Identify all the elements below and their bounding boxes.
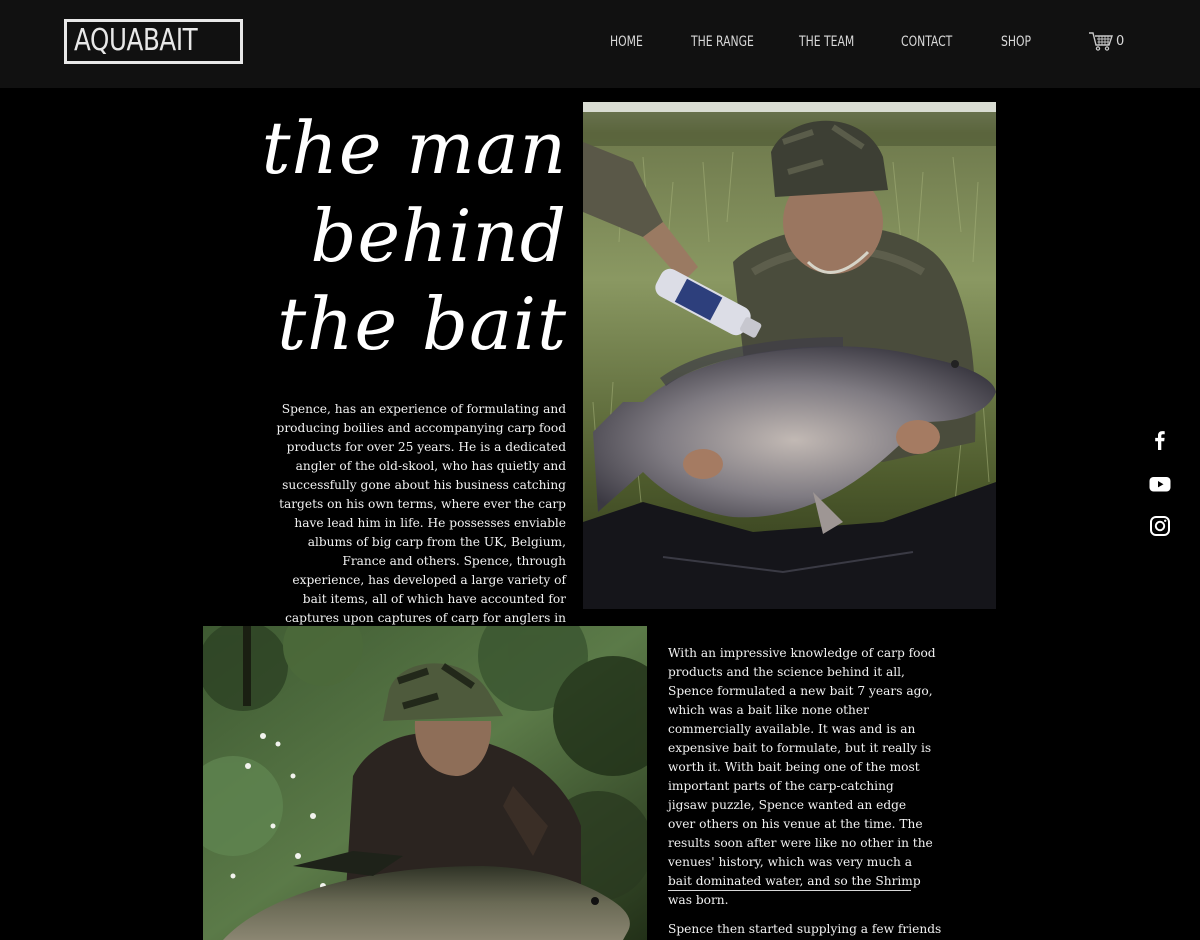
story-paragraph: With an impressive knowledge of carp foo… [668, 646, 936, 907]
nav-item-the-team[interactable]: THE TEAM [799, 34, 854, 50]
hero-title: the man behind the bait [227, 104, 567, 368]
nav-item-contact[interactable]: CONTACT [901, 34, 952, 50]
instagram-icon[interactable] [1148, 514, 1172, 538]
section-divider [668, 890, 911, 891]
nav-item-shop[interactable]: SHOP [1001, 34, 1031, 50]
page: AQUABAIT HOME THE RANGE THE TEAM CONTACT… [0, 0, 1200, 940]
cart-icon [1089, 32, 1113, 51]
cart-count: 0 [1116, 34, 1125, 49]
angler-with-common-carp-photo [203, 626, 647, 940]
youtube-icon[interactable] [1148, 472, 1172, 496]
hero-title-line: behind [310, 194, 567, 278]
hero-title-line: the bait [277, 282, 567, 366]
nav-item-the-range[interactable]: THE RANGE [691, 34, 754, 50]
cart-button[interactable]: 0 [1088, 30, 1128, 54]
angler-holding-carp-photo [583, 102, 996, 609]
hero-title-line: the man [261, 106, 567, 190]
facebook-icon[interactable] [1148, 428, 1172, 452]
main-nav: HOME THE RANGE THE TEAM CONTACT SHOP [0, 34, 1200, 54]
nav-item-home[interactable]: HOME [610, 34, 643, 50]
site-header: AQUABAIT HOME THE RANGE THE TEAM CONTACT… [0, 0, 1200, 88]
intro-paragraph: Spence, has an experience of formulating… [276, 402, 566, 644]
story-continuation: Spence then started supplying a few frie… [668, 922, 942, 936]
